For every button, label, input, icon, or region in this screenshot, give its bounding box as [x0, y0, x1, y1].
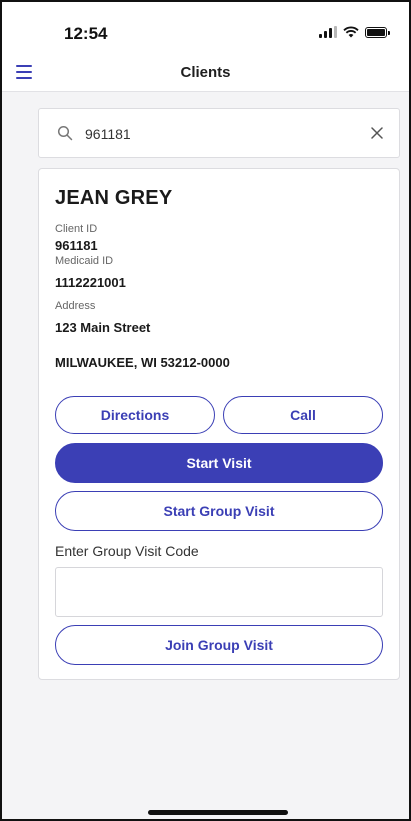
group-visit-code-input[interactable] — [55, 567, 383, 617]
client-id-value: 961181 — [55, 238, 98, 253]
nav-bar: Clients — [2, 54, 409, 92]
clear-search-icon[interactable] — [369, 125, 385, 141]
start-visit-button[interactable]: Start Visit — [55, 443, 383, 483]
status-time: 12:54 — [64, 24, 108, 43]
wifi-icon — [343, 26, 359, 38]
search-icon — [57, 125, 73, 141]
directions-button[interactable]: Directions — [55, 396, 215, 434]
start-group-visit-button[interactable]: Start Group Visit — [55, 491, 383, 531]
client-id-label: Client ID — [55, 223, 98, 235]
call-button[interactable]: Call — [223, 396, 383, 434]
medicaid-id-value: 1112221001 — [55, 275, 126, 290]
status-bar: 12:54 — [2, 2, 409, 54]
client-name: JEAN GREY — [55, 187, 173, 209]
address-line2: MILWAUKEE, WI 53212-0000 — [55, 355, 230, 370]
medicaid-id-label: Medicaid ID — [55, 255, 114, 267]
page-title: Clients — [180, 64, 231, 81]
client-card: JEAN GREY Client ID 961181 Medicaid ID 1… — [38, 168, 400, 680]
join-group-visit-button[interactable]: Join Group Visit — [55, 625, 383, 665]
group-visit-code-label: Enter Group Visit Code — [55, 543, 199, 559]
battery-icon — [365, 26, 390, 38]
status-icons — [319, 26, 390, 38]
phone-screen: 12:54 Clients 961181 JEAN GREY Client ID… — [0, 0, 411, 821]
signal-icon — [319, 26, 337, 38]
search-box — [38, 108, 400, 158]
home-indicator — [148, 810, 288, 815]
search-input[interactable] — [85, 121, 355, 147]
address-line1: 123 Main Street — [55, 320, 151, 335]
address-label: Address — [55, 300, 96, 312]
